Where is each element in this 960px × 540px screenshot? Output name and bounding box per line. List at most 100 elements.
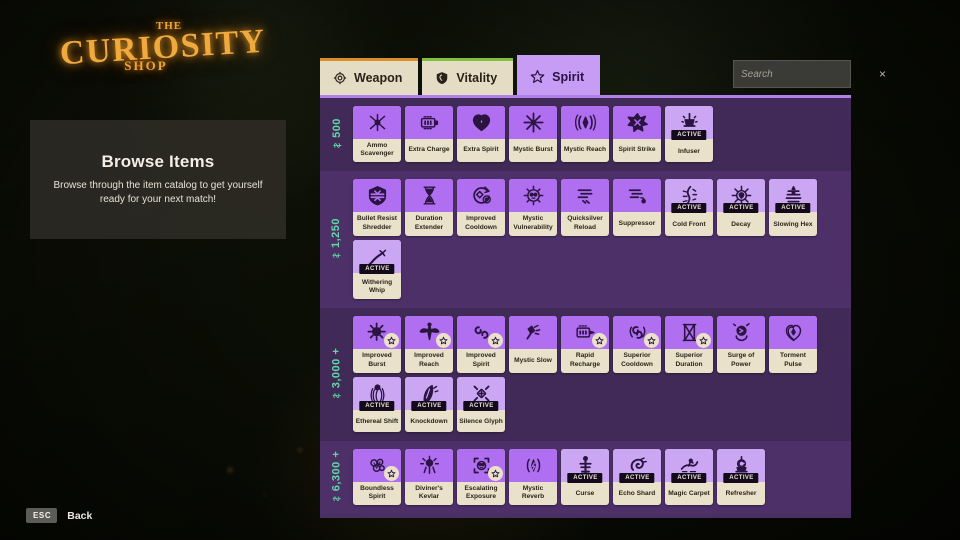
tab-spirit[interactable]: Spirit (517, 55, 600, 95)
souls-icon (332, 494, 341, 503)
torment-pulse-icon (783, 322, 804, 343)
item-card[interactable]: Torment Pulse (769, 316, 817, 372)
item-icon-area (405, 316, 453, 349)
active-badge: ACTIVE (723, 203, 758, 213)
item-name: Diviner's Kevlar (405, 482, 453, 505)
item-card[interactable]: Improved Burst (353, 316, 401, 372)
item-icon-area (561, 316, 609, 349)
upgrade-badge-icon (696, 333, 711, 348)
item-card[interactable]: Bullet Resist Shredder (353, 179, 401, 235)
item-name: Mystic Vulnerability (509, 212, 557, 235)
active-badge: ACTIVE (671, 130, 706, 140)
back-label: Back (67, 510, 92, 522)
tier-items: Improved Burst Improved Reach Impr (353, 316, 851, 431)
item-card[interactable]: Mystic Slow (509, 316, 557, 372)
upgrade-badge-icon (592, 333, 607, 348)
strike-icon (627, 112, 648, 133)
upgrade-badge-icon (488, 333, 503, 348)
item-card[interactable]: ACTIVE Silence Glyph (457, 377, 505, 432)
item-icon-area: ACTIVE (353, 240, 401, 273)
item-card[interactable]: ACTIVE Cold Front (665, 179, 713, 235)
item-card[interactable]: ACTIVE Infuser (665, 106, 713, 162)
item-icon-area (509, 316, 557, 349)
item-card[interactable]: Improved Reach (405, 316, 453, 372)
item-card[interactable]: Duration Extender (405, 179, 453, 235)
tier-items: Boundless Spirit Diviner's Kevlar Escala… (353, 449, 851, 505)
item-card[interactable]: Quicksilver Reload (561, 179, 609, 235)
search-clear-icon[interactable]: × (875, 68, 886, 80)
item-card[interactable]: Diviner's Kevlar (405, 449, 453, 505)
surge-of-power-icon (731, 322, 752, 343)
browse-items-subtitle: Browse through the item catalog to get y… (45, 179, 271, 208)
item-name: Extra Spirit (457, 139, 505, 162)
tab-vitality[interactable]: Vitality (422, 58, 513, 95)
item-card[interactable]: Mystic Burst (509, 106, 557, 162)
item-card[interactable]: Escalating Exposure (457, 449, 505, 505)
tier-row: 6,300 + Boundless Spirit Diviner's Kevla… (320, 441, 851, 514)
browse-items-panel: Browse Items Browse through the item cat… (30, 120, 286, 239)
item-card[interactable]: Mystic Reverb (509, 449, 557, 505)
upgrade-badge-icon (384, 333, 399, 348)
item-name: Extra Charge (405, 139, 453, 162)
item-name: Mystic Slow (509, 349, 557, 372)
item-name: Improved Burst (353, 349, 401, 372)
item-card[interactable]: Extra Charge (405, 106, 453, 162)
tier-row: 1,250 Bullet Resist Shredder Duration Ex… (320, 171, 851, 308)
item-card[interactable]: Suppressor (613, 179, 661, 235)
item-icon-area (717, 316, 765, 349)
item-name: Cold Front (665, 212, 713, 235)
tier-price: 3,000 + (320, 316, 353, 431)
item-icon-area (405, 449, 453, 482)
item-card[interactable]: ACTIVE Magic Carpet (665, 449, 713, 505)
item-card[interactable]: Improved Cooldown (457, 179, 505, 235)
souls-icon (332, 251, 341, 260)
item-card[interactable]: Rapid Recharge (561, 316, 609, 372)
heart-icon (471, 112, 492, 133)
item-card[interactable]: Boundless Spirit (353, 449, 401, 505)
item-card[interactable]: Superior Cooldown (613, 316, 661, 372)
item-icon-area (353, 106, 401, 139)
item-name: Magic Carpet (665, 482, 713, 505)
item-icon-area (769, 316, 817, 349)
item-card[interactable]: ACTIVE Withering Whip (353, 240, 401, 299)
item-card[interactable]: ACTIVE Refresher (717, 449, 765, 505)
item-icon-area (405, 106, 453, 139)
item-icon-area (561, 179, 609, 212)
item-card[interactable]: ACTIVE Slowing Hex (769, 179, 817, 235)
item-card[interactable]: Mystic Vulnerability (509, 179, 557, 235)
item-card[interactable]: ACTIVE Ethereal Shift (353, 377, 401, 432)
item-card[interactable]: Superior Duration (665, 316, 713, 372)
item-card[interactable]: Extra Spirit (457, 106, 505, 162)
tab-weapon[interactable]: Weapon (320, 58, 418, 95)
item-name: Superior Cooldown (613, 349, 661, 372)
tier-price: 500 (320, 106, 353, 162)
esc-key-badge: ESC (26, 508, 57, 523)
kevlar-icon (419, 455, 440, 476)
item-name: Ammo Scavenger (353, 139, 401, 162)
item-icon-area (457, 316, 505, 349)
upgrade-badge-icon (436, 333, 451, 348)
item-card[interactable]: Mystic Reach (561, 106, 609, 162)
item-shop-window: Weapon Vitality Spirit × (320, 56, 851, 518)
item-card[interactable]: Improved Spirit (457, 316, 505, 372)
search-box[interactable]: × (733, 60, 851, 88)
browse-items-title: Browse Items (102, 152, 215, 172)
item-name: Echo Shard (613, 482, 661, 505)
item-card[interactable]: ACTIVE Echo Shard (613, 449, 661, 505)
item-name: Silence Glyph (457, 410, 505, 432)
item-name: Surge of Power (717, 349, 765, 372)
item-name: Withering Whip (353, 273, 401, 299)
back-control[interactable]: ESC Back (26, 508, 92, 523)
item-card[interactable]: ACTIVE Curse (561, 449, 609, 505)
item-card[interactable]: ACTIVE Decay (717, 179, 765, 235)
item-card[interactable]: Spirit Strike (613, 106, 661, 162)
item-card[interactable]: ACTIVE Knockdown (405, 377, 453, 432)
item-card[interactable]: Ammo Scavenger (353, 106, 401, 162)
tier-items: Ammo Scavenger Extra Charge Extra Spirit… (353, 106, 851, 162)
upgrade-badge-icon (488, 466, 503, 481)
active-badge: ACTIVE (359, 264, 394, 274)
item-icon-area: ACTIVE (405, 377, 453, 410)
item-name: Improved Reach (405, 349, 453, 372)
search-input[interactable] (741, 69, 875, 80)
item-card[interactable]: Surge of Power (717, 316, 765, 372)
